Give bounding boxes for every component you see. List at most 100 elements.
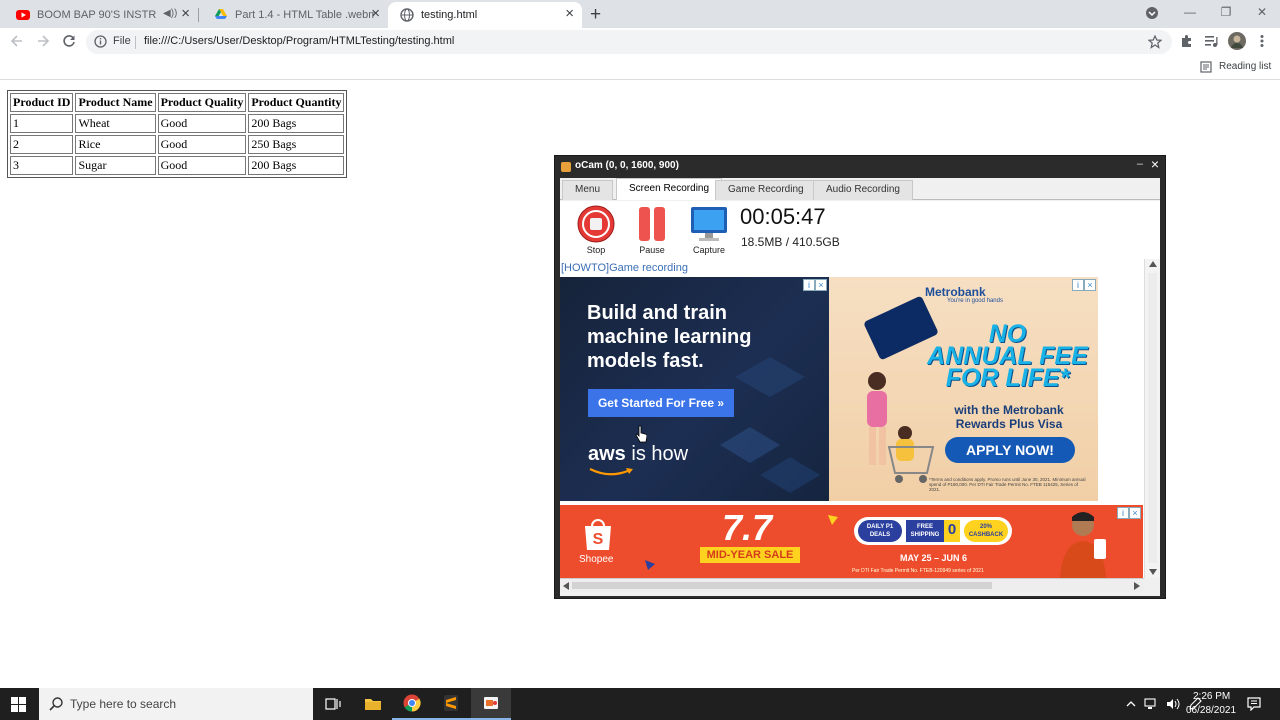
column-header: Product Quality	[157, 93, 247, 112]
back-icon[interactable]	[10, 34, 24, 48]
ocam-taskbar-button[interactable]	[471, 688, 511, 720]
star-icon[interactable]	[1148, 35, 1162, 49]
ad-fine-print: *Terms and conditions apply. Promo runs …	[929, 477, 1086, 492]
ad-info-icon[interactable]: i	[1072, 279, 1084, 291]
url-text[interactable]: file:///C:/Users/User/Desktop/Program/HT…	[144, 35, 454, 47]
ad-close-icon[interactable]: ×	[815, 279, 827, 291]
scroll-thumb[interactable]	[572, 582, 992, 589]
notification-icon[interactable]	[1247, 697, 1261, 711]
close-icon[interactable]: ×	[1151, 156, 1159, 172]
drive-icon	[215, 9, 227, 19]
sale-dates: MAY 25 – JUN 6	[900, 553, 968, 563]
avatar[interactable]	[1228, 32, 1246, 50]
ocam-tabs: Menu Screen Recording Game Recording Aud…	[560, 178, 1160, 200]
address-bar[interactable]: File file:///C:/Users/User/Desktop/Progr…	[86, 30, 1172, 54]
scroll-right-icon[interactable]	[1134, 582, 1140, 590]
ad-headline: NO ANNUAL FEE FOR LIFE*	[927, 320, 1088, 392]
close-icon[interactable]: ×	[181, 6, 190, 21]
extensions-icon[interactable]	[1179, 34, 1193, 48]
windows-start-icon[interactable]	[11, 697, 26, 712]
new-tab-button[interactable]: +	[590, 4, 601, 26]
tab-strip: BOOM BAP 90'S INSTRUMEN ◀)) × Part 1.4 -…	[0, 0, 1280, 28]
ad-controls: i ×	[803, 279, 827, 291]
ocam-logo-icon	[561, 162, 571, 172]
shopee-ad[interactable]: i × S Shopee 7.7 MID-YEAR SALE DAILY P1 D…	[560, 505, 1143, 578]
scroll-up-icon[interactable]	[1149, 261, 1157, 267]
chrome-button[interactable]	[392, 688, 432, 720]
product-table: Product ID Product Name Product Quality …	[7, 90, 348, 178]
restore-icon[interactable]: ❐	[1208, 0, 1244, 28]
shopee-bag-icon: S	[585, 519, 611, 550]
reload-icon[interactable]	[62, 34, 76, 48]
clock-date[interactable]: 06/28/2021	[1186, 705, 1236, 716]
network-icon[interactable]	[1144, 697, 1158, 711]
get-started-button[interactable]: Get Started For Free »	[588, 389, 734, 417]
vertical-scrollbar[interactable]	[1144, 259, 1160, 578]
scroll-down-icon[interactable]	[1149, 569, 1157, 575]
taskbar-search[interactable]: Type here to search	[39, 688, 313, 720]
tab-testing[interactable]: testing.html ×	[388, 2, 582, 28]
ad-subheadline: with the Metrobank Rewards Plus Visa	[954, 403, 1064, 431]
info-icon[interactable]	[94, 35, 107, 48]
scroll-thumb[interactable]	[1148, 273, 1157, 563]
table-cell: 1	[10, 114, 74, 133]
metrobank-ad[interactable]: i × Metrobank You're in good hands NO ANN…	[829, 277, 1098, 501]
task-view-icon	[325, 698, 341, 710]
ad-close-icon[interactable]: ×	[1084, 279, 1096, 291]
celebrity-image	[1060, 512, 1106, 578]
column-header: Product Quantity	[248, 93, 345, 112]
stop-button[interactable]: Stop	[571, 205, 621, 255]
close-icon[interactable]: ×	[565, 6, 574, 21]
tab-screen-recording[interactable]: Screen Recording	[616, 178, 723, 200]
ocam-window[interactable]: oCam (0, 0, 1600, 900) – × Menu Screen R…	[554, 155, 1166, 599]
media-control-icon[interactable]	[1204, 34, 1218, 48]
free-shipping-badge: FREE SHIPPING	[906, 520, 944, 542]
close-icon[interactable]: ×	[371, 6, 380, 21]
tab-audio-recording[interactable]: Audio Recording	[813, 180, 913, 200]
forward-icon[interactable]	[36, 34, 50, 48]
scroll-left-icon[interactable]	[563, 582, 569, 590]
clock-time[interactable]: 2:26 PM	[1193, 691, 1230, 702]
folder-icon	[365, 699, 381, 710]
file-size: 18.5MB / 410.5GB	[741, 235, 840, 249]
reading-list-button[interactable]: Reading list	[1219, 61, 1271, 72]
audio-icon[interactable]: ◀))	[163, 8, 177, 19]
tab-youtube[interactable]: BOOM BAP 90'S INSTRUMEN ◀)) ×	[0, 2, 198, 28]
table-cell: Good	[157, 114, 247, 133]
column-header: Product Name	[75, 93, 156, 112]
tab-game-recording[interactable]: Game Recording	[715, 180, 817, 200]
tab-drive[interactable]: Part 1.4 - HTML Table .webm - Go ×	[198, 2, 388, 28]
aws-ad[interactable]: i × Build and train machine learning mode…	[560, 277, 829, 501]
table-row: 3 Sugar Good 200 Bags	[10, 156, 345, 175]
bookmarks-bar: Reading list	[0, 56, 1280, 80]
tab-menu[interactable]: Menu	[562, 180, 614, 200]
confetti	[828, 515, 838, 525]
ad-info-icon[interactable]: i	[803, 279, 815, 291]
chevron-up-icon[interactable]	[1126, 697, 1136, 711]
aws-smile-icon	[589, 468, 633, 476]
capture-button[interactable]: Capture	[684, 205, 734, 255]
apply-now-button[interactable]: APPLY NOW!	[945, 437, 1075, 463]
tab-search-icon[interactable]	[1145, 6, 1159, 20]
search-icon	[49, 697, 63, 711]
close-window-icon[interactable]: ✕	[1244, 0, 1280, 28]
pause-button[interactable]: Pause	[627, 205, 677, 255]
ad-info-icon[interactable]: i	[1117, 507, 1129, 519]
aws-logo: aws is how	[588, 443, 689, 465]
deals-badges: DAILY P1 DEALS FREE SHIPPING 0 20% CASHB…	[854, 517, 1012, 545]
table-cell: 2	[10, 135, 74, 154]
minimize-icon[interactable]: —	[1172, 0, 1208, 28]
table-cell: 250 Bags	[248, 135, 345, 154]
column-header: Product ID	[10, 93, 74, 112]
howto-link[interactable]: [HOWTO]Game recording	[561, 262, 688, 274]
task-view-button[interactable]	[313, 688, 353, 720]
more-menu-icon[interactable]	[1257, 34, 1267, 48]
sublime-button[interactable]	[431, 688, 471, 720]
reading-list-icon[interactable]	[1200, 61, 1212, 73]
horizontal-scrollbar[interactable]	[560, 578, 1144, 592]
volume-icon[interactable]	[1166, 697, 1180, 711]
minimize-icon[interactable]: –	[1137, 158, 1143, 170]
file-explorer-button[interactable]	[353, 688, 393, 720]
ad-close-icon[interactable]: ×	[1129, 507, 1141, 519]
table-row: 1 Wheat Good 200 Bags	[10, 114, 345, 133]
